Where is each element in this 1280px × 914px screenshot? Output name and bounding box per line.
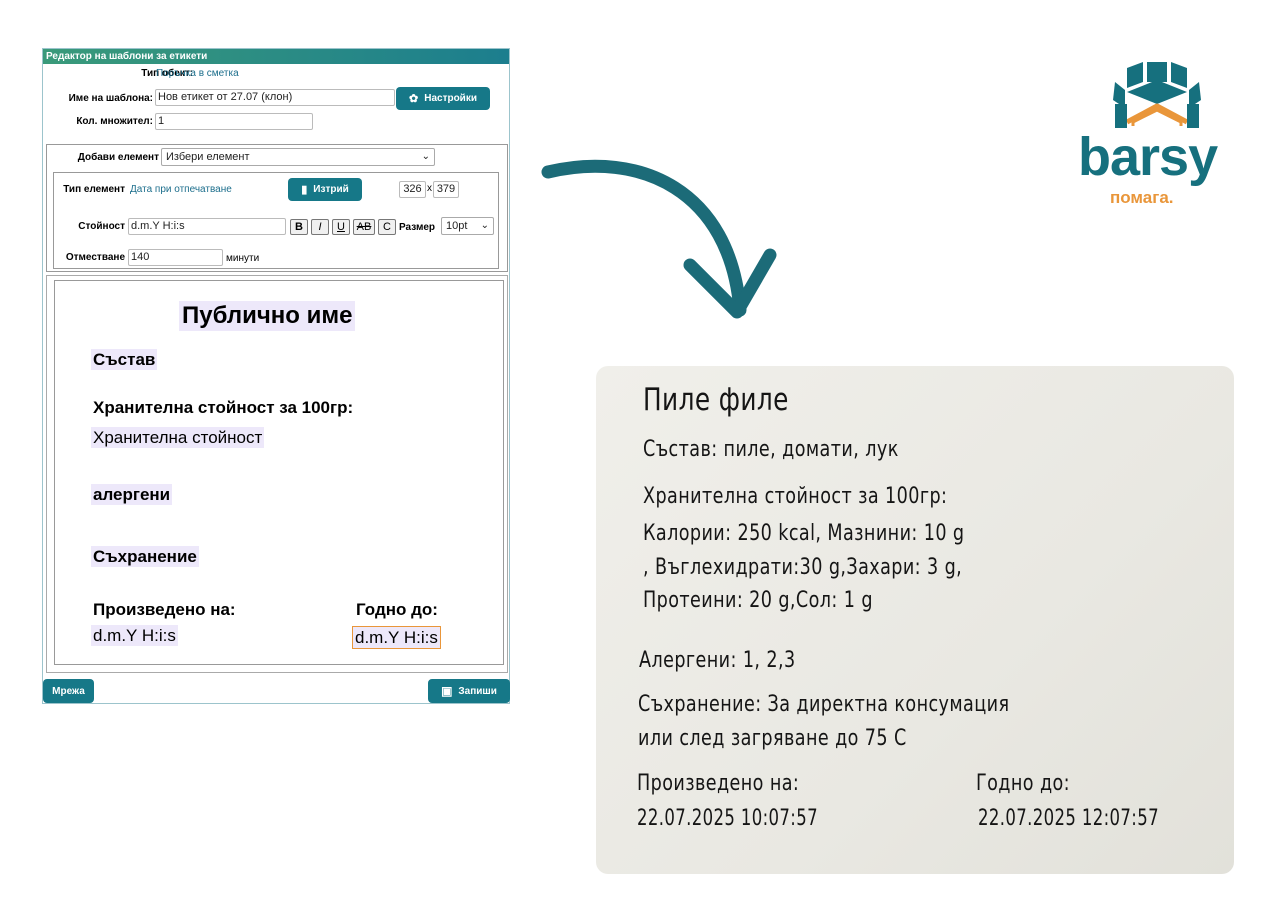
position-y-input[interactable]: 379 [433, 181, 459, 198]
offset-label: Отместване [65, 252, 125, 263]
delete-button[interactable]: ▮ Изтрий [288, 178, 362, 201]
printed-expiry-label: Годно до: [976, 771, 1071, 796]
template-name-input[interactable]: Нов етикет от 27.07 (клон) [155, 89, 395, 106]
editor-title: Редактор на шаблони за етикети [43, 49, 509, 64]
printed-storage-line-2: или след загряване до 75 С [638, 726, 907, 751]
delete-button-label: Изтрий [313, 184, 349, 195]
printed-nutrition-line-2: , Въглехидрати:30 g,Захари: 3 g, [643, 555, 963, 580]
printed-produced-label: Произведено на: [637, 771, 800, 796]
printed-composition: Състав: пиле, домати, лук [643, 437, 899, 462]
element-type-value: Дата при отпечатване [130, 184, 232, 195]
label-template-editor: Редактор на шаблони за етикети Тип обект… [42, 48, 510, 704]
add-element-select-value: Избери елемент [166, 151, 250, 163]
save-button[interactable]: ▣ Запиши [428, 679, 510, 703]
printed-nutrition-heading: Хранителна стойност за 100гр: [643, 484, 948, 509]
offset-input[interactable]: 140 [128, 249, 223, 266]
chevron-down-icon: ⌄ [480, 220, 489, 231]
grid-button[interactable]: Мрежа [43, 679, 94, 703]
object-type-value: Поръчка в сметка [156, 68, 239, 79]
qty-multiplier-label: Кол. множител: [76, 116, 153, 127]
add-element-select[interactable]: Избери елемент ⌄ [161, 148, 435, 166]
strikethrough-button[interactable]: AB [353, 219, 375, 235]
value-input[interactable]: d.m.Y H:i:s [128, 218, 286, 235]
preview-frame [46, 275, 508, 673]
chevron-down-icon: ⌄ [421, 151, 430, 162]
element-type-label: Тип елемент [63, 184, 125, 195]
printed-nutrition-line-1: Калории: 250 kcal, Мазнини: 10 g [643, 521, 965, 546]
position-separator: x [427, 183, 432, 194]
brand-wordmark: barsy [1078, 127, 1218, 187]
printed-allergens: Алергени: 1, 2,3 [639, 648, 796, 673]
printed-expiry-value: 22.07.2025 12:07:57 [978, 806, 1159, 831]
settings-button[interactable]: ✿ Настройки [396, 87, 490, 110]
qty-multiplier-input[interactable]: 1 [155, 113, 313, 130]
settings-button-label: Настройки [424, 93, 477, 104]
gear-icon: ✿ [409, 93, 419, 105]
font-size-select[interactable]: 10pt ⌄ [441, 217, 494, 235]
printed-produced-value: 22.07.2025 10:07:57 [637, 806, 818, 831]
value-label: Стойност [78, 221, 125, 232]
italic-button[interactable]: I [311, 219, 329, 235]
printed-nutrition-line-3: Протеини: 20 g,Сол: 1 g [643, 588, 873, 613]
save-button-label: Запиши [458, 685, 497, 697]
case-button[interactable]: C [378, 219, 396, 235]
brand-tagline: помага. [1110, 188, 1174, 207]
printed-storage-line-1: Съхранение: За директна консумация [638, 692, 1010, 717]
floppy-disk-icon: ▣ [441, 684, 453, 698]
printed-label-photo: Пиле филе Състав: пиле, домати, лук Хран… [596, 366, 1234, 874]
grid-button-label: Мрежа [52, 685, 85, 697]
trash-icon: ▮ [301, 184, 308, 196]
printed-product-name: Пиле филе [643, 382, 789, 418]
size-label: Размер [399, 222, 436, 233]
offset-unit: минути [226, 253, 260, 264]
add-element-label: Добави елемент [77, 152, 159, 163]
bold-button[interactable]: B [290, 219, 308, 235]
position-x-input[interactable]: 326 [399, 181, 426, 198]
underline-button[interactable]: U [332, 219, 350, 235]
curved-arrow-icon [541, 159, 777, 319]
template-name-label: Име на шаблона: [68, 93, 153, 104]
font-size-value: 10pt [446, 220, 468, 232]
